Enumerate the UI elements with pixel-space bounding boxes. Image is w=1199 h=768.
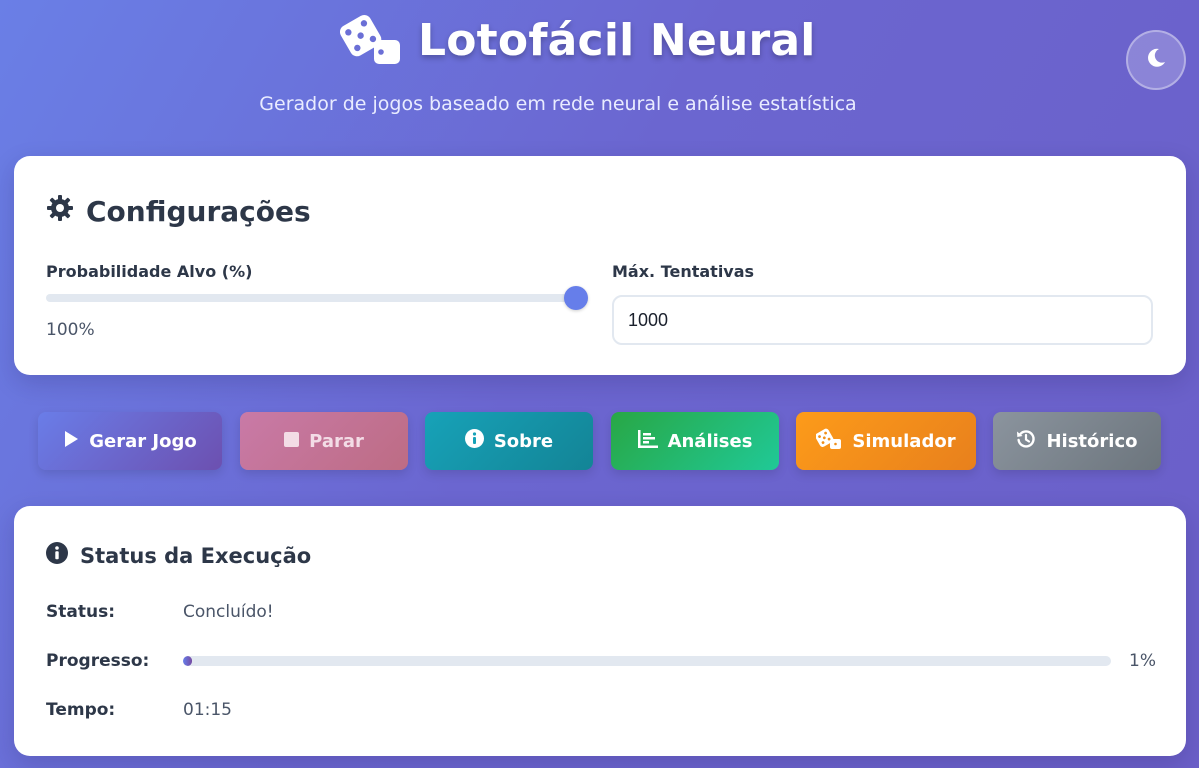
time-label: Tempo: [46, 700, 116, 720]
dice-icon [339, 12, 404, 68]
app-header: Lotofácil Neural Gerador de jogos basead… [0, 0, 1199, 140]
title-row: Lotofácil Neural [339, 12, 816, 68]
progress-label: Progresso: [46, 651, 150, 671]
info-circle-icon [464, 429, 484, 453]
progress-bar [183, 656, 1111, 666]
app-title: Lotofácil Neural [418, 14, 816, 66]
probability-value: 100% [46, 320, 95, 340]
dice-icon [815, 428, 842, 455]
stop-button[interactable]: Parar [240, 412, 408, 470]
theme-toggle-button[interactable] [1126, 30, 1186, 90]
status-title: Status da Execução [46, 542, 311, 569]
play-icon [63, 430, 79, 453]
simulator-label: Simulador [852, 430, 956, 452]
progress-percent: 1% [1129, 651, 1156, 671]
probability-label: Probabilidade Alvo (%) [46, 262, 253, 281]
config-card: Configurações Probabilidade Alvo (%) 100… [14, 156, 1186, 375]
status-title-text: Status da Execução [80, 543, 312, 568]
status-label: Status: [46, 602, 115, 622]
about-button[interactable]: Sobre [425, 412, 593, 470]
history-button[interactable]: Histórico [993, 412, 1161, 470]
probability-slider[interactable] [46, 286, 588, 310]
history-label: Histórico [1046, 430, 1138, 452]
slider-thumb[interactable] [564, 286, 588, 310]
generate-game-button[interactable]: Gerar Jogo [38, 412, 222, 470]
simulator-button[interactable]: Simulador [796, 412, 976, 470]
config-title-text: Configurações [86, 195, 311, 228]
info-circle-icon [46, 542, 68, 569]
generate-game-label: Gerar Jogo [89, 430, 197, 452]
stop-label: Parar [309, 430, 364, 452]
analyses-button[interactable]: Análises [611, 412, 779, 470]
about-label: Sobre [493, 430, 554, 452]
analyses-label: Análises [667, 430, 753, 452]
moon-icon [1145, 47, 1167, 73]
history-icon [1016, 429, 1036, 454]
stop-icon [284, 431, 300, 452]
status-card: Status da Execução Status: Concluído! Pr… [14, 506, 1186, 756]
progress-fill [183, 656, 193, 666]
max-attempts-input[interactable] [612, 295, 1153, 345]
chart-bar-icon [637, 429, 658, 453]
time-value: 01:15 [183, 700, 232, 720]
app-subtitle: Gerador de jogos baseado em rede neural … [259, 93, 857, 115]
config-title: Configurações [46, 194, 311, 229]
status-value: Concluído! [183, 602, 274, 622]
gear-icon [46, 194, 74, 229]
max-attempts-label: Máx. Tentativas [612, 262, 755, 281]
